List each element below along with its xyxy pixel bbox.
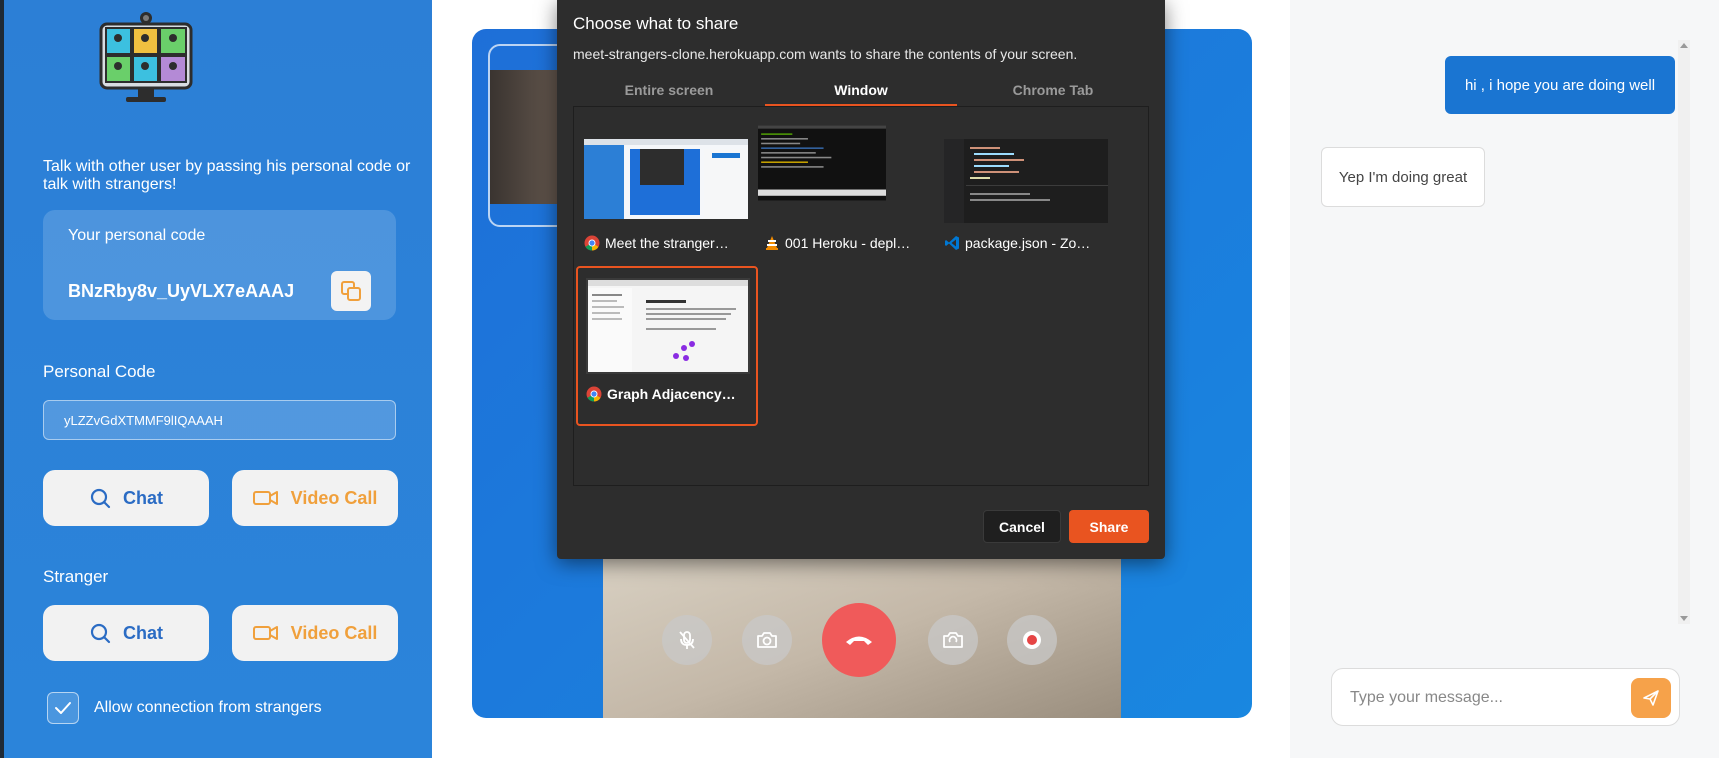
- dialog-title: Choose what to share: [573, 14, 739, 33]
- chat-input-container: [1331, 668, 1680, 726]
- screen-share-button[interactable]: [928, 615, 978, 665]
- personal-video-call-button[interactable]: Video Call: [232, 470, 398, 526]
- share-screen-dialog: Choose what to share meet-strangers-clon…: [557, 0, 1165, 559]
- chrome-icon: [584, 235, 600, 251]
- window-label: Graph Adjacency…: [586, 386, 752, 402]
- chat-scrollbar[interactable]: [1678, 40, 1690, 624]
- window-tile-selected[interactable]: Graph Adjacency…: [576, 266, 758, 426]
- stranger-section-label: Stranger: [43, 567, 109, 586]
- personal-code-input[interactable]: [43, 400, 396, 440]
- window-thumbnail: [586, 278, 750, 374]
- personal-chat-label: Chat: [123, 487, 163, 508]
- video-camera-icon: [252, 491, 278, 505]
- camera-icon: [757, 632, 777, 648]
- search-icon: [90, 623, 111, 644]
- personal-video-call-label: Video Call: [290, 487, 378, 508]
- search-icon: [90, 488, 111, 509]
- share-tabs: Entire screen Window Chrome Tab: [573, 78, 1149, 106]
- camera-toggle-button[interactable]: [742, 615, 792, 665]
- window-thumbnail: [758, 125, 886, 201]
- window-tile[interactable]: package.json - Zo…: [936, 109, 1118, 269]
- chat-message-received: Yep I'm doing great: [1321, 147, 1485, 207]
- chat-message-sent: hi , i hope you are doing well: [1445, 56, 1675, 114]
- stranger-video-call-button[interactable]: Video Call: [232, 605, 398, 661]
- window-thumbnail: [944, 139, 1108, 223]
- checkmark-icon: [55, 702, 71, 714]
- stranger-chat-label: Chat: [123, 622, 163, 643]
- record-icon: [1023, 631, 1041, 649]
- cancel-button[interactable]: Cancel: [983, 510, 1061, 543]
- sidebar: Talk with other user by passing his pers…: [0, 0, 432, 758]
- copy-code-button[interactable]: [331, 271, 371, 311]
- send-message-button[interactable]: [1631, 678, 1671, 718]
- video-conference-logo-icon: [99, 12, 193, 102]
- copy-icon: [341, 281, 361, 301]
- window-label: package.json - Zo…: [944, 235, 1110, 251]
- dialog-subtitle: meet-strangers-clone.herokuapp.com wants…: [573, 46, 1078, 62]
- personal-chat-button[interactable]: Chat: [43, 470, 209, 526]
- vlc-icon: [766, 236, 778, 250]
- send-icon: [1643, 690, 1659, 706]
- personal-code-card: Your personal code BNzRby8v_UyVLX7eAAAJ: [43, 210, 396, 320]
- video-camera-icon: [252, 626, 278, 640]
- stranger-chat-button[interactable]: Chat: [43, 605, 209, 661]
- window-label: Meet the stranger…: [584, 235, 750, 251]
- chat-message-input[interactable]: [1350, 683, 1620, 713]
- screen-share-icon: [943, 632, 963, 648]
- hang-up-button[interactable]: [822, 603, 896, 677]
- personal-code-value: BNzRby8v_UyVLX7eAAAJ: [68, 281, 295, 301]
- scroll-up-icon[interactable]: [1680, 43, 1688, 48]
- tab-window[interactable]: Window: [765, 78, 957, 106]
- page: Talk with other user by passing his pers…: [0, 0, 1719, 758]
- window-tile[interactable]: 001 Heroku - depl…: [756, 109, 938, 269]
- scroll-down-icon[interactable]: [1680, 616, 1688, 621]
- personal-code-section-label: Personal Code: [43, 362, 156, 381]
- window-thumbnail: [584, 139, 748, 219]
- vscode-icon: [945, 236, 959, 250]
- personal-code-card-label: Your personal code: [68, 227, 206, 244]
- window-tile[interactable]: Meet the stranger…: [576, 109, 758, 269]
- chrome-icon: [586, 386, 602, 402]
- allow-strangers-label: Allow connection from strangers: [94, 699, 322, 716]
- hang-up-icon: [846, 636, 872, 645]
- mic-off-icon: [679, 631, 695, 649]
- record-button[interactable]: [1007, 615, 1057, 665]
- tab-entire-screen[interactable]: Entire screen: [573, 78, 765, 106]
- intro-text: Talk with other user by passing his pers…: [43, 158, 411, 193]
- mic-toggle-button[interactable]: [662, 615, 712, 665]
- allow-strangers-checkbox[interactable]: [47, 692, 79, 724]
- tab-chrome-tab[interactable]: Chrome Tab: [957, 78, 1149, 106]
- window-label: 001 Heroku - depl…: [764, 235, 930, 251]
- window-list: Meet the stranger… 001 Heroku - depl… pa…: [573, 106, 1149, 486]
- stranger-video-call-label: Video Call: [290, 622, 378, 643]
- share-button[interactable]: Share: [1069, 510, 1149, 543]
